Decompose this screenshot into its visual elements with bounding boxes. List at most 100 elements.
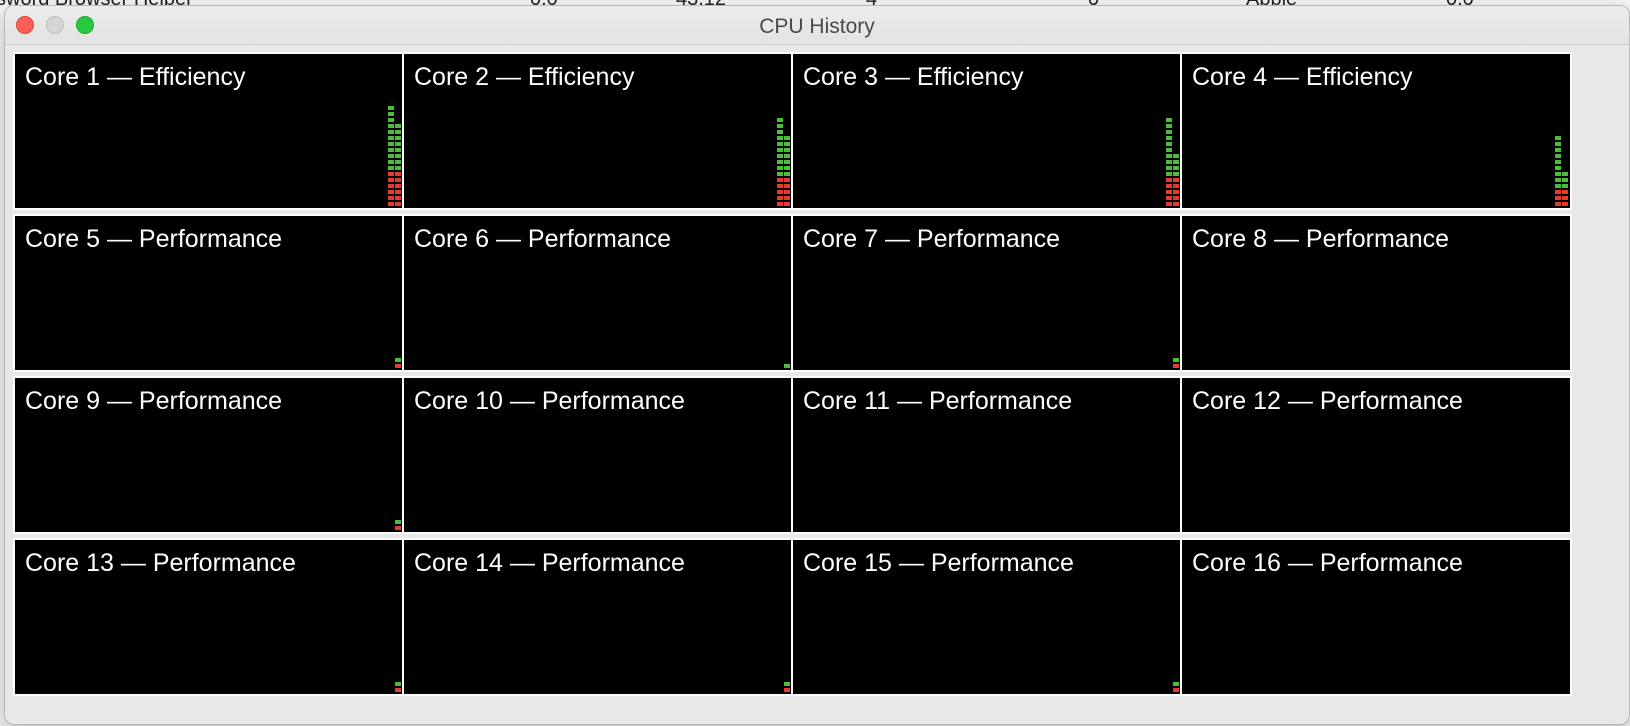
core-label: Core 11 — Performance	[803, 387, 1073, 415]
user-load-segment	[784, 364, 790, 368]
system-load-segment	[1166, 178, 1172, 182]
system-load-segment	[784, 178, 790, 182]
window-title: CPU History	[759, 15, 875, 38]
system-load-segment	[395, 202, 401, 206]
user-load-segment	[1173, 358, 1179, 362]
user-load-segment	[388, 166, 394, 170]
user-load-segment	[1166, 124, 1172, 128]
core-load-history	[772, 58, 792, 208]
core-label: Core 3 — Efficiency	[803, 63, 1024, 91]
core-label: Core 14 — Performance	[414, 549, 685, 577]
user-load-segment	[784, 160, 790, 164]
core-label: Core 7 — Performance	[803, 225, 1061, 253]
user-load-segment	[784, 148, 790, 152]
core-label: Core 16 — Performance	[1192, 549, 1463, 577]
user-load-segment	[1555, 166, 1561, 170]
core-graph-panel: Core 11 — Performance	[791, 376, 1183, 534]
user-load-segment	[395, 136, 401, 140]
user-load-segment	[395, 130, 401, 134]
system-load-segment	[1173, 364, 1179, 368]
user-load-segment	[1555, 178, 1561, 182]
system-load-segment	[777, 178, 783, 182]
system-load-segment	[388, 178, 394, 182]
user-load-segment	[1555, 160, 1561, 164]
user-load-segment	[388, 112, 394, 116]
system-load-segment	[1173, 190, 1179, 194]
title-bar[interactable]: CPU History	[5, 6, 1629, 45]
user-load-segment	[777, 148, 783, 152]
core-label: Core 9 — Performance	[25, 387, 283, 415]
user-load-segment	[784, 142, 790, 146]
user-load-segment	[1166, 172, 1172, 176]
core-graph-panel: Core 14 — Performance	[402, 538, 794, 696]
user-load-segment	[1555, 136, 1561, 140]
user-load-segment	[388, 160, 394, 164]
user-load-segment	[777, 172, 783, 176]
user-load-segment	[1562, 172, 1568, 176]
system-load-segment	[777, 202, 783, 206]
core-load-history	[1161, 220, 1181, 370]
user-load-segment	[784, 154, 790, 158]
system-load-segment	[388, 190, 394, 194]
system-load-segment	[388, 172, 394, 176]
system-load-segment	[395, 196, 401, 200]
system-load-segment	[395, 178, 401, 182]
core-load-history	[1161, 544, 1181, 694]
user-load-segment	[1166, 166, 1172, 170]
core-graph-panel: Core 10 — Performance	[402, 376, 794, 534]
user-load-segment	[777, 154, 783, 158]
user-load-segment	[777, 130, 783, 134]
user-load-segment	[1555, 148, 1561, 152]
user-load-segment	[777, 142, 783, 146]
system-load-segment	[777, 196, 783, 200]
user-load-segment	[1166, 154, 1172, 158]
user-load-segment	[395, 148, 401, 152]
system-load-segment	[388, 196, 394, 200]
user-load-segment	[395, 160, 401, 164]
core-label: Core 13 — Performance	[25, 549, 296, 577]
user-load-segment	[1166, 136, 1172, 140]
user-load-segment	[388, 106, 394, 110]
system-load-segment	[1562, 202, 1568, 206]
system-load-segment	[777, 184, 783, 188]
user-load-segment	[1173, 172, 1179, 176]
core-label: Core 6 — Performance	[414, 225, 672, 253]
system-load-segment	[1166, 190, 1172, 194]
core-label: Core 2 — Efficiency	[414, 63, 635, 91]
user-load-segment	[1555, 184, 1561, 188]
user-load-segment	[1555, 154, 1561, 158]
user-load-segment	[395, 142, 401, 146]
user-load-segment	[1166, 142, 1172, 146]
user-load-segment	[784, 682, 790, 686]
core-label: Core 8 — Performance	[1192, 225, 1450, 253]
user-load-segment	[388, 142, 394, 146]
core-load-history	[383, 220, 403, 370]
system-load-segment	[395, 688, 401, 692]
user-load-segment	[1173, 160, 1179, 164]
user-load-segment	[1173, 682, 1179, 686]
user-load-segment	[784, 166, 790, 170]
system-load-segment	[1166, 202, 1172, 206]
user-load-segment	[777, 166, 783, 170]
user-load-segment	[395, 124, 401, 128]
user-load-segment	[395, 166, 401, 170]
core-label: Core 4 — Efficiency	[1192, 63, 1413, 91]
user-load-segment	[1166, 148, 1172, 152]
core-label: Core 5 — Performance	[25, 225, 283, 253]
system-load-segment	[395, 526, 401, 530]
system-load-segment	[1555, 196, 1561, 200]
system-load-segment	[784, 196, 790, 200]
core-graph-panel: Core 4 — Efficiency	[1180, 52, 1572, 210]
core-graph-panel: Core 16 — Performance	[1180, 538, 1572, 696]
core-load-history	[1550, 58, 1570, 208]
user-load-segment	[777, 136, 783, 140]
core-graph-panel: Core 3 — Efficiency	[791, 52, 1183, 210]
core-load-history	[1550, 544, 1570, 694]
core-graph-panel: Core 12 — Performance	[1180, 376, 1572, 534]
core-label: Core 10 — Performance	[414, 387, 685, 415]
user-load-segment	[388, 118, 394, 122]
core-graph-panel: Core 2 — Efficiency	[402, 52, 794, 210]
core-load-history	[772, 382, 792, 532]
user-load-segment	[1562, 178, 1568, 182]
system-load-segment	[395, 172, 401, 176]
